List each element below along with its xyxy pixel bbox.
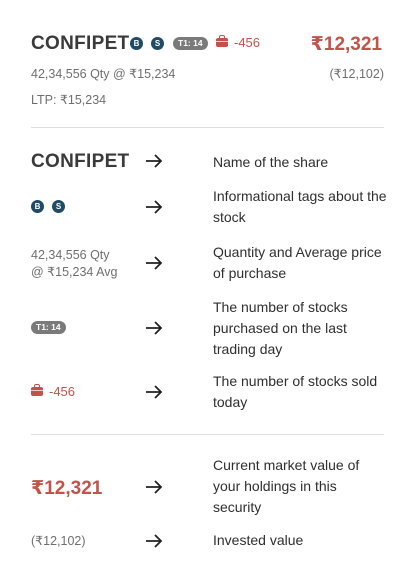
t1-quantity-badge: T1: 14: [173, 37, 208, 50]
quantity-average: 42,34,556 Qty @ ₹15,234: [31, 67, 176, 81]
legend-share-name: CONFIPET: [31, 151, 130, 172]
legend-quantity: 42,34,556 Qty: [31, 248, 110, 262]
legend-desc-tags: Informational tags about the stock: [213, 188, 387, 225]
legend-current-value: ₹12,321: [31, 478, 103, 499]
invested-value: (₹12,102): [329, 67, 384, 81]
buy-tag-icon: B: [130, 37, 143, 50]
legend-invested-value: (₹12,102): [31, 534, 86, 548]
arrow-right-icon: [145, 534, 163, 548]
legend-desc-quantity: Quantity and Average price of purchase: [213, 244, 382, 281]
legend-buy-tag-icon: B: [31, 200, 44, 213]
arrow-right-icon: [145, 321, 163, 335]
briefcase-icon: [31, 384, 43, 396]
legend-desc-invested: Invested value: [213, 532, 304, 548]
sold-today-count: -456: [234, 35, 261, 50]
legend-sold-count: -456: [49, 384, 76, 399]
legend-desc-share-name: Name of the share: [213, 154, 329, 170]
arrow-right-icon: [145, 385, 163, 399]
arrow-right-icon: [145, 154, 163, 168]
legend-desc-sold: The number of stocks sold today: [213, 373, 378, 410]
last-traded-price: LTP: ₹15,234: [31, 93, 107, 107]
current-value: ₹12,321: [310, 34, 382, 55]
arrow-right-icon: [145, 480, 163, 494]
legend-sold-today: -456: [31, 384, 75, 399]
legend-sell-tag-icon: S: [52, 200, 65, 213]
share-name: CONFIPET: [31, 33, 130, 54]
legend-desc-t1: The number of stocks purchased on the la…: [213, 299, 348, 357]
sell-tag-icon: S: [151, 37, 164, 50]
legend-desc-current-value: Current market value of your holdings in…: [213, 457, 360, 515]
divider: [31, 127, 384, 128]
legend-t1-badge: T1: 14: [31, 321, 66, 334]
arrow-right-icon: [145, 256, 163, 270]
legend-average-price: @ ₹15,234 Avg: [31, 265, 118, 279]
arrow-right-icon: [145, 200, 163, 214]
briefcase-icon: [216, 35, 228, 47]
sold-today-indicator: -456: [216, 35, 260, 50]
divider: [31, 434, 384, 435]
